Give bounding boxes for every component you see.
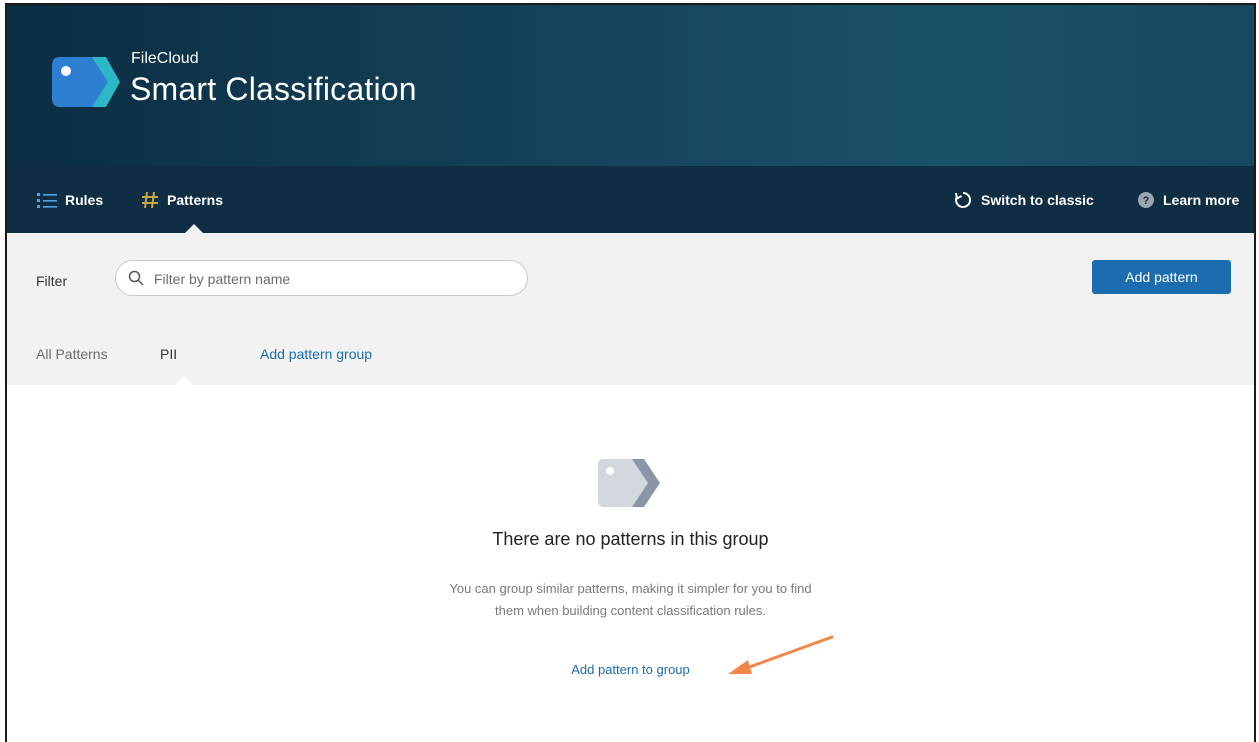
add-pattern-to-group-link: Add pattern to group: [7, 662, 1254, 677]
learn-more-link[interactable]: ? Learn more: [1137, 188, 1239, 212]
switch-to-classic-label: Switch to classic: [981, 192, 1094, 208]
empty-state-description: You can group similar patterns, making i…: [7, 578, 1254, 622]
svg-text:?: ?: [1143, 195, 1150, 207]
top-nav: Rules Patterns Switch to classic ? Learn…: [7, 166, 1254, 233]
tag-icon: [598, 459, 660, 507]
filter-toolbar: Filter Add pattern All Patterns PII Add …: [7, 233, 1254, 385]
help-icon: ?: [1137, 191, 1155, 209]
pattern-search-input[interactable]: [154, 267, 514, 291]
tab-all-patterns[interactable]: All Patterns: [36, 346, 108, 362]
empty-state-title: There are no patterns in this group: [492, 529, 769, 549]
search-icon: [128, 270, 144, 291]
active-tab-indicator: [175, 376, 193, 385]
annotation-arrow-icon: [728, 635, 834, 674]
learn-more-label: Learn more: [1163, 192, 1240, 208]
add-pattern-to-group-label[interactable]: Add pattern to group: [571, 662, 690, 677]
add-pattern-button[interactable]: Add pattern: [1092, 260, 1231, 294]
add-pattern-group-link[interactable]: Add pattern group: [260, 346, 372, 362]
hash-icon: [141, 191, 159, 209]
nav-patterns[interactable]: Patterns: [141, 188, 223, 212]
empty-state-desc-line-1: You can group similar patterns, making i…: [449, 581, 812, 596]
brand-name: FileCloud: [131, 50, 199, 67]
app-window: FileCloud Smart Classification Rules Pat…: [5, 3, 1256, 742]
refresh-icon: [953, 190, 973, 210]
tag-logo-icon: [52, 57, 120, 107]
search-box: [115, 260, 528, 296]
tab-pii[interactable]: PII: [160, 346, 177, 362]
active-nav-indicator: [185, 224, 203, 233]
nav-rules-label: Rules: [65, 192, 104, 208]
nav-patterns-label: Patterns: [167, 192, 224, 208]
product-title: Smart Classification: [130, 71, 417, 107]
page: FileCloud Smart Classification Rules Pat…: [0, 0, 1259, 742]
list-icon: [37, 192, 57, 208]
header-banner: FileCloud Smart Classification: [7, 5, 1254, 166]
filter-label: Filter: [36, 273, 68, 289]
nav-rules[interactable]: Rules: [37, 188, 103, 212]
empty-state-desc-line-2: them when building content classificatio…: [495, 603, 766, 618]
switch-to-classic-link[interactable]: Switch to classic: [953, 188, 1094, 212]
